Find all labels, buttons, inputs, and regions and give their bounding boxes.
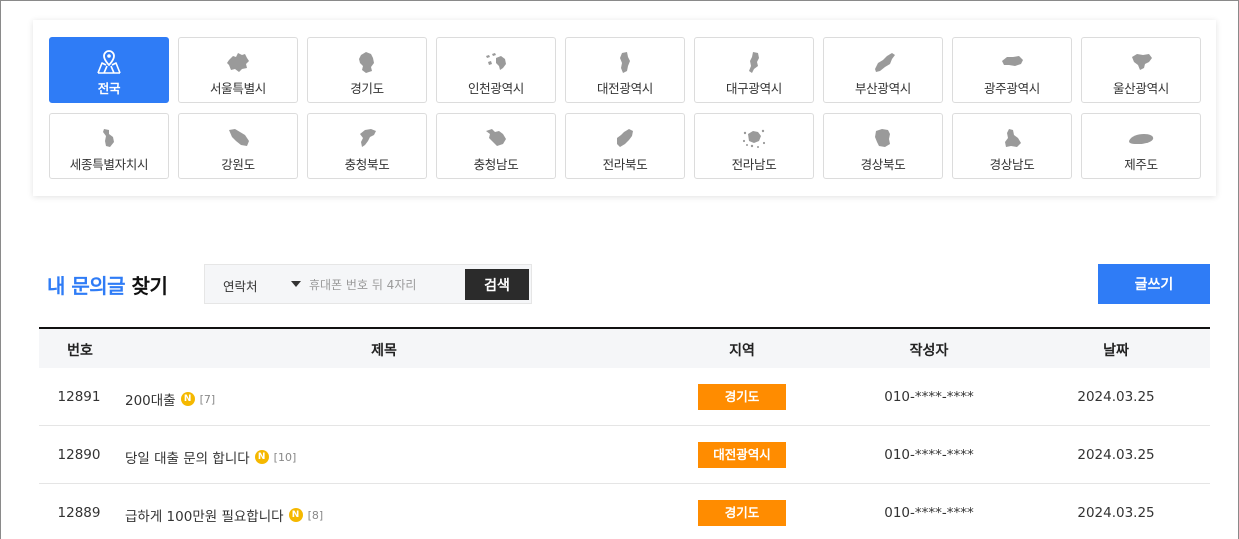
region-label: 전국 (97, 81, 121, 96)
table-header: 번호 제목 지역 작성자 날짜 (39, 327, 1210, 368)
header-author: 작성자 (909, 343, 949, 359)
row-number: 12889 (57, 505, 101, 521)
region-button-chungnam[interactable]: 충청남도 (436, 113, 556, 179)
region-label: 충청남도 (473, 157, 519, 172)
region-label: 제주도 (1124, 157, 1158, 172)
header-region: 지역 (729, 343, 755, 359)
row-date: 2024.03.25 (1077, 505, 1155, 521)
region-button-sejong[interactable]: 세종특별자치시 (49, 113, 169, 179)
title-rest: 찾기 (131, 274, 168, 298)
region-label: 전라북도 (602, 157, 648, 172)
region-label: 전라남도 (731, 157, 777, 172)
row-title: 200대출 (125, 393, 176, 409)
row-title-link[interactable]: 200대출 N [7] (125, 389, 215, 409)
region-label: 울산광역시 (1112, 81, 1169, 96)
region-button-jeonbuk[interactable]: 전라북도 (565, 113, 685, 179)
region-label: 경기도 (350, 81, 384, 96)
gyeongnam-map-icon (1005, 129, 1021, 147)
region-button-busan[interactable]: 부산광역시 (823, 37, 943, 103)
region-button-gangwon[interactable]: 강원도 (178, 113, 298, 179)
jeonbuk-map-icon (617, 129, 633, 147)
row-date: 2024.03.25 (1077, 389, 1155, 405)
header-title: 제목 (371, 343, 397, 359)
search-button[interactable]: 검색 (465, 269, 529, 300)
region-button-jeonnam[interactable]: 전라남도 (694, 113, 814, 179)
region-button-daegu[interactable]: 대구광역시 (694, 37, 814, 103)
chevron-down-icon[interactable] (291, 281, 301, 287)
gangwon-map-icon (229, 129, 249, 146)
gyeongbuk-map-icon (875, 129, 890, 147)
reply-count: [8] (307, 508, 324, 522)
reply-count: [7] (199, 392, 216, 406)
region-button-seoul[interactable]: 서울특별시 (178, 37, 298, 103)
row-date: 2024.03.25 (1077, 447, 1155, 463)
jeonnam-map-icon (742, 129, 766, 148)
region-label: 부산광역시 (854, 81, 911, 96)
row-author: 010-****-**** (884, 447, 974, 463)
table-row[interactable]: 12890 당일 대출 문의 합니다 N [10] 대전광역시 010-****… (39, 426, 1210, 484)
region-button-jeju[interactable]: 제주도 (1081, 113, 1201, 179)
region-tag: 경기도 (698, 500, 786, 526)
incheon-map-icon (486, 53, 506, 70)
title-highlight: 내 문의글 (47, 274, 126, 298)
region-label: 강원도 (221, 157, 255, 172)
chungnam-map-icon (486, 129, 506, 146)
jeju-map-icon (1129, 134, 1154, 144)
region-label: 대전광역시 (596, 81, 653, 96)
region-label: 경상북도 (860, 157, 906, 172)
location-pin-map-icon (97, 50, 121, 74)
region-label: 광주광역시 (983, 81, 1040, 96)
inquiry-table: 번호 제목 지역 작성자 날짜 12891 200대출 N [7] 경기도 01… (39, 327, 1210, 539)
region-tag: 대전광역시 (698, 442, 786, 468)
daejeon-map-icon (620, 52, 630, 73)
new-badge: N (254, 450, 269, 464)
region-label: 대구광역시 (725, 81, 782, 96)
region-button-gwangju[interactable]: 광주광역시 (952, 37, 1072, 103)
row-author: 010-****-**** (884, 505, 974, 521)
row-number: 12891 (57, 389, 101, 405)
region-label: 인천광역시 (467, 81, 524, 96)
region-button-gyeongnam[interactable]: 경상남도 (952, 113, 1072, 179)
daegu-map-icon (749, 52, 759, 73)
new-badge: N (288, 508, 303, 522)
gyeonggi-map-icon (359, 52, 374, 73)
chungbuk-map-icon (360, 129, 376, 147)
header-date: 날짜 (1103, 343, 1129, 359)
region-button-gyeongbuk[interactable]: 경상북도 (823, 113, 943, 179)
sejong-map-icon (103, 129, 114, 147)
table-row[interactable]: 12889 급하게 100만원 필요합니다 N [8] 경기도 010-****… (39, 484, 1210, 539)
region-button-chungbuk[interactable]: 충청북도 (307, 113, 427, 179)
header-number: 번호 (67, 343, 93, 359)
region-label: 세종특별자치시 (69, 157, 149, 172)
phone-last4-input[interactable] (309, 273, 459, 297)
region-label: 충청북도 (344, 157, 390, 172)
region-filter-panel: 전국 서울특별시 경기도 인천광역시 대전광역시 대구광역시 부산광역시 광주광… (33, 20, 1216, 196)
region-label: 경상남도 (989, 157, 1035, 172)
row-title-link[interactable]: 급하게 100만원 필요합니다 N [8] (125, 505, 323, 525)
region-button-daejeon[interactable]: 대전광역시 (565, 37, 685, 103)
row-title: 급하게 100만원 필요합니다 (125, 509, 284, 525)
table-row[interactable]: 12891 200대출 N [7] 경기도 010-****-**** 2024… (39, 368, 1210, 426)
region-button-incheon[interactable]: 인천광역시 (436, 37, 556, 103)
write-post-button[interactable]: 글쓰기 (1098, 264, 1210, 304)
ulsan-map-icon (1132, 54, 1152, 70)
reply-count: [10] (273, 450, 297, 464)
region-button-ulsan[interactable]: 울산광역시 (1081, 37, 1201, 103)
contact-type-select[interactable]: 연락처 (223, 276, 258, 295)
row-title: 당일 대출 문의 합니다 (125, 451, 250, 467)
gwangju-map-icon (1002, 56, 1023, 66)
inquiry-search-box: 연락처 검색 (204, 264, 532, 304)
row-number: 12890 (57, 447, 101, 463)
region-button-all[interactable]: 전국 (49, 37, 169, 103)
my-inquiry-title: 내 문의글 찾기 (47, 270, 168, 299)
busan-map-icon (875, 53, 895, 72)
new-badge: N (180, 392, 195, 406)
region-button-gyeonggi[interactable]: 경기도 (307, 37, 427, 103)
region-label: 서울특별시 (209, 81, 266, 96)
seoul-map-icon (227, 53, 249, 72)
row-title-link[interactable]: 당일 대출 문의 합니다 N [10] (125, 447, 296, 467)
row-author: 010-****-**** (884, 389, 974, 405)
region-tag: 경기도 (698, 384, 786, 410)
